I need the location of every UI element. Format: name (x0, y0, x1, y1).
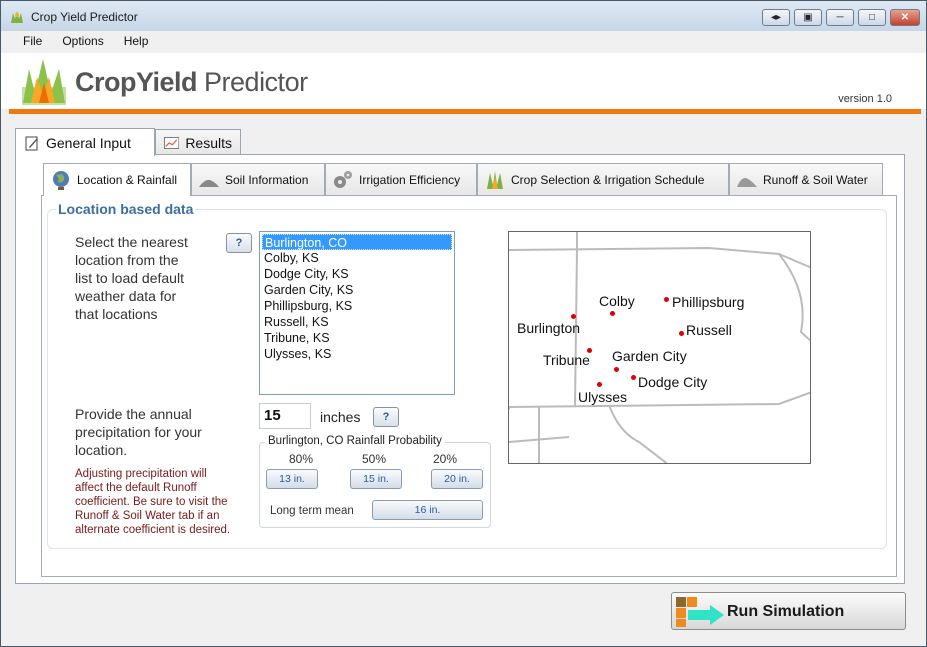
map-label-russell: Russell (686, 322, 732, 338)
probability-50-button[interactable]: 15 in. (350, 469, 402, 489)
subtab-irrigation-efficiency[interactable]: Irrigation Efficiency (325, 163, 477, 195)
instruction-line: Provide the annual (75, 406, 192, 422)
subtab-label: Runoff & Soil Water (763, 172, 868, 187)
location-listbox[interactable]: Burlington, CO Colby, KS Dodge City, KS … (259, 231, 455, 395)
menu-bar: File Options Help (1, 31, 926, 53)
map-label-tribune: Tribune (543, 352, 590, 368)
note-line: affect the default Runoff (75, 482, 197, 494)
list-item[interactable]: Ulysses, KS (262, 346, 452, 362)
app-window: Crop Yield Predictor ◂▸ ▣ ─ □ ✕ File Opt… (0, 0, 927, 647)
window-controls: ◂▸ ▣ ─ □ ✕ (762, 9, 920, 26)
tab-label: Results (185, 134, 232, 151)
list-item[interactable]: Dodge City, KS (262, 266, 452, 282)
minimize-button[interactable]: ─ (826, 9, 854, 26)
map-label-dodge-city: Dodge City (638, 374, 708, 390)
note-line: Adjusting precipitation will (75, 468, 207, 480)
title-bar[interactable]: Crop Yield Predictor ◂▸ ▣ ─ □ ✕ (1, 1, 926, 31)
map-label-colby: Colby (599, 293, 635, 309)
precipitation-input[interactable]: 15 (259, 403, 311, 429)
city-dot (610, 311, 615, 316)
note-line: coefficient. Be sure to visit the (75, 496, 228, 508)
pencil-icon (25, 136, 38, 150)
instruction-line: location from the (75, 252, 179, 268)
globe-icon (53, 171, 69, 190)
crop-icon (487, 170, 503, 189)
city-dot (664, 297, 669, 302)
long-term-mean-label: Long term mean (270, 505, 354, 517)
window-title: Crop Yield Predictor (31, 10, 138, 24)
instruction-line: list to load default (75, 270, 184, 286)
chart-icon (164, 136, 180, 149)
city-dot (614, 367, 619, 372)
app-header: CropYield Predictor version 1.0 (1, 53, 926, 109)
subtab-soil-information[interactable]: Soil Information (191, 163, 325, 195)
run-simulation-label: Run Simulation (727, 603, 845, 620)
instruction-line: location. (75, 442, 128, 458)
app-logo-icon (11, 11, 23, 23)
resize-icon[interactable]: ◂▸ (762, 9, 790, 26)
menu-options[interactable]: Options (54, 31, 111, 53)
city-dot (679, 331, 684, 336)
list-item[interactable]: Phillipsburg, KS (262, 298, 452, 314)
maximize-button[interactable]: □ (858, 9, 886, 26)
tab-general-input[interactable]: General Input (15, 128, 155, 156)
close-button[interactable]: ✕ (890, 9, 920, 26)
percent-label: 50% (362, 452, 387, 466)
instruction-line: weather data for (75, 288, 177, 304)
run-arrow-icon (676, 597, 724, 627)
tab-label: General Input (46, 134, 131, 151)
subtab-runoff-soil-water[interactable]: Runoff & Soil Water (729, 163, 883, 195)
brand-name: CropYield Predictor (75, 67, 308, 97)
subtab-label: Location & Rainfall (77, 173, 178, 187)
city-dot (571, 314, 576, 319)
precip-help-button[interactable]: ? (373, 407, 399, 427)
subtab-label: Soil Information (225, 172, 309, 187)
run-simulation-button[interactable]: Run Simulation (671, 592, 906, 630)
list-item[interactable]: Russell, KS (262, 314, 452, 330)
wheat-logo-icon (22, 59, 66, 105)
map-label-burlington: Burlington (517, 320, 581, 336)
subtab-label: Irrigation Efficiency (359, 172, 461, 187)
list-item[interactable]: Burlington, CO (262, 234, 452, 250)
city-dot (597, 382, 602, 387)
percent-label: 80% (289, 452, 314, 466)
precip-instructions: Provide the annual precipitation for you… (75, 405, 245, 459)
precip-unit-label: inches (320, 409, 361, 425)
version-label: version 1.0 (838, 93, 892, 105)
subtab-location-rainfall[interactable]: Location & Rainfall (43, 163, 191, 196)
subtab-label: Crop Selection & Irrigation Schedule (511, 172, 705, 187)
map-label-phillipsburg: Phillipsburg (672, 294, 745, 310)
note-line: Runoff & Soil Water tab if an (75, 510, 220, 522)
rainfall-probability-title: Burlington, CO Rainfall Probability (265, 435, 445, 447)
runoff-icon (737, 177, 757, 187)
instruction-line: precipitation for your (75, 424, 202, 440)
map-label-ulysses: Ulysses (578, 389, 628, 405)
header-divider (9, 109, 921, 114)
instruction-line: Select the nearest (75, 234, 188, 250)
menu-help[interactable]: Help (116, 31, 157, 53)
instruction-line: that locations (75, 306, 158, 322)
location-help-button[interactable]: ? (226, 233, 252, 253)
kansas-map: Colby Phillipsburg Burlington Russell Tr… (508, 231, 811, 464)
list-item[interactable]: Colby, KS (262, 250, 452, 266)
percent-label: 20% (433, 452, 458, 466)
tab-results[interactable]: Results (155, 129, 241, 155)
restore-layout-icon[interactable]: ▣ (794, 9, 822, 26)
probability-80-button[interactable]: 13 in. (266, 469, 318, 489)
subtab-crop-selection[interactable]: Crop Selection & Irrigation Schedule (477, 163, 729, 195)
list-item[interactable]: Tribune, KS (262, 330, 452, 346)
long-term-mean-button[interactable]: 16 in. (372, 500, 483, 520)
precip-warning-note: Adjusting precipitation will affect the … (75, 467, 255, 537)
map-label-garden-city: Garden City (612, 348, 687, 364)
gears-icon (334, 170, 352, 188)
note-line: alternate coefficient is desired. (75, 524, 231, 536)
city-dot (631, 375, 636, 380)
probability-20-button[interactable]: 20 in. (431, 469, 483, 489)
group-title: Location based data (56, 201, 196, 217)
soil-icon (199, 179, 219, 187)
location-instructions: Select the nearest location from the lis… (75, 233, 225, 323)
list-item[interactable]: Garden City, KS (262, 282, 452, 298)
menu-file[interactable]: File (15, 31, 50, 53)
